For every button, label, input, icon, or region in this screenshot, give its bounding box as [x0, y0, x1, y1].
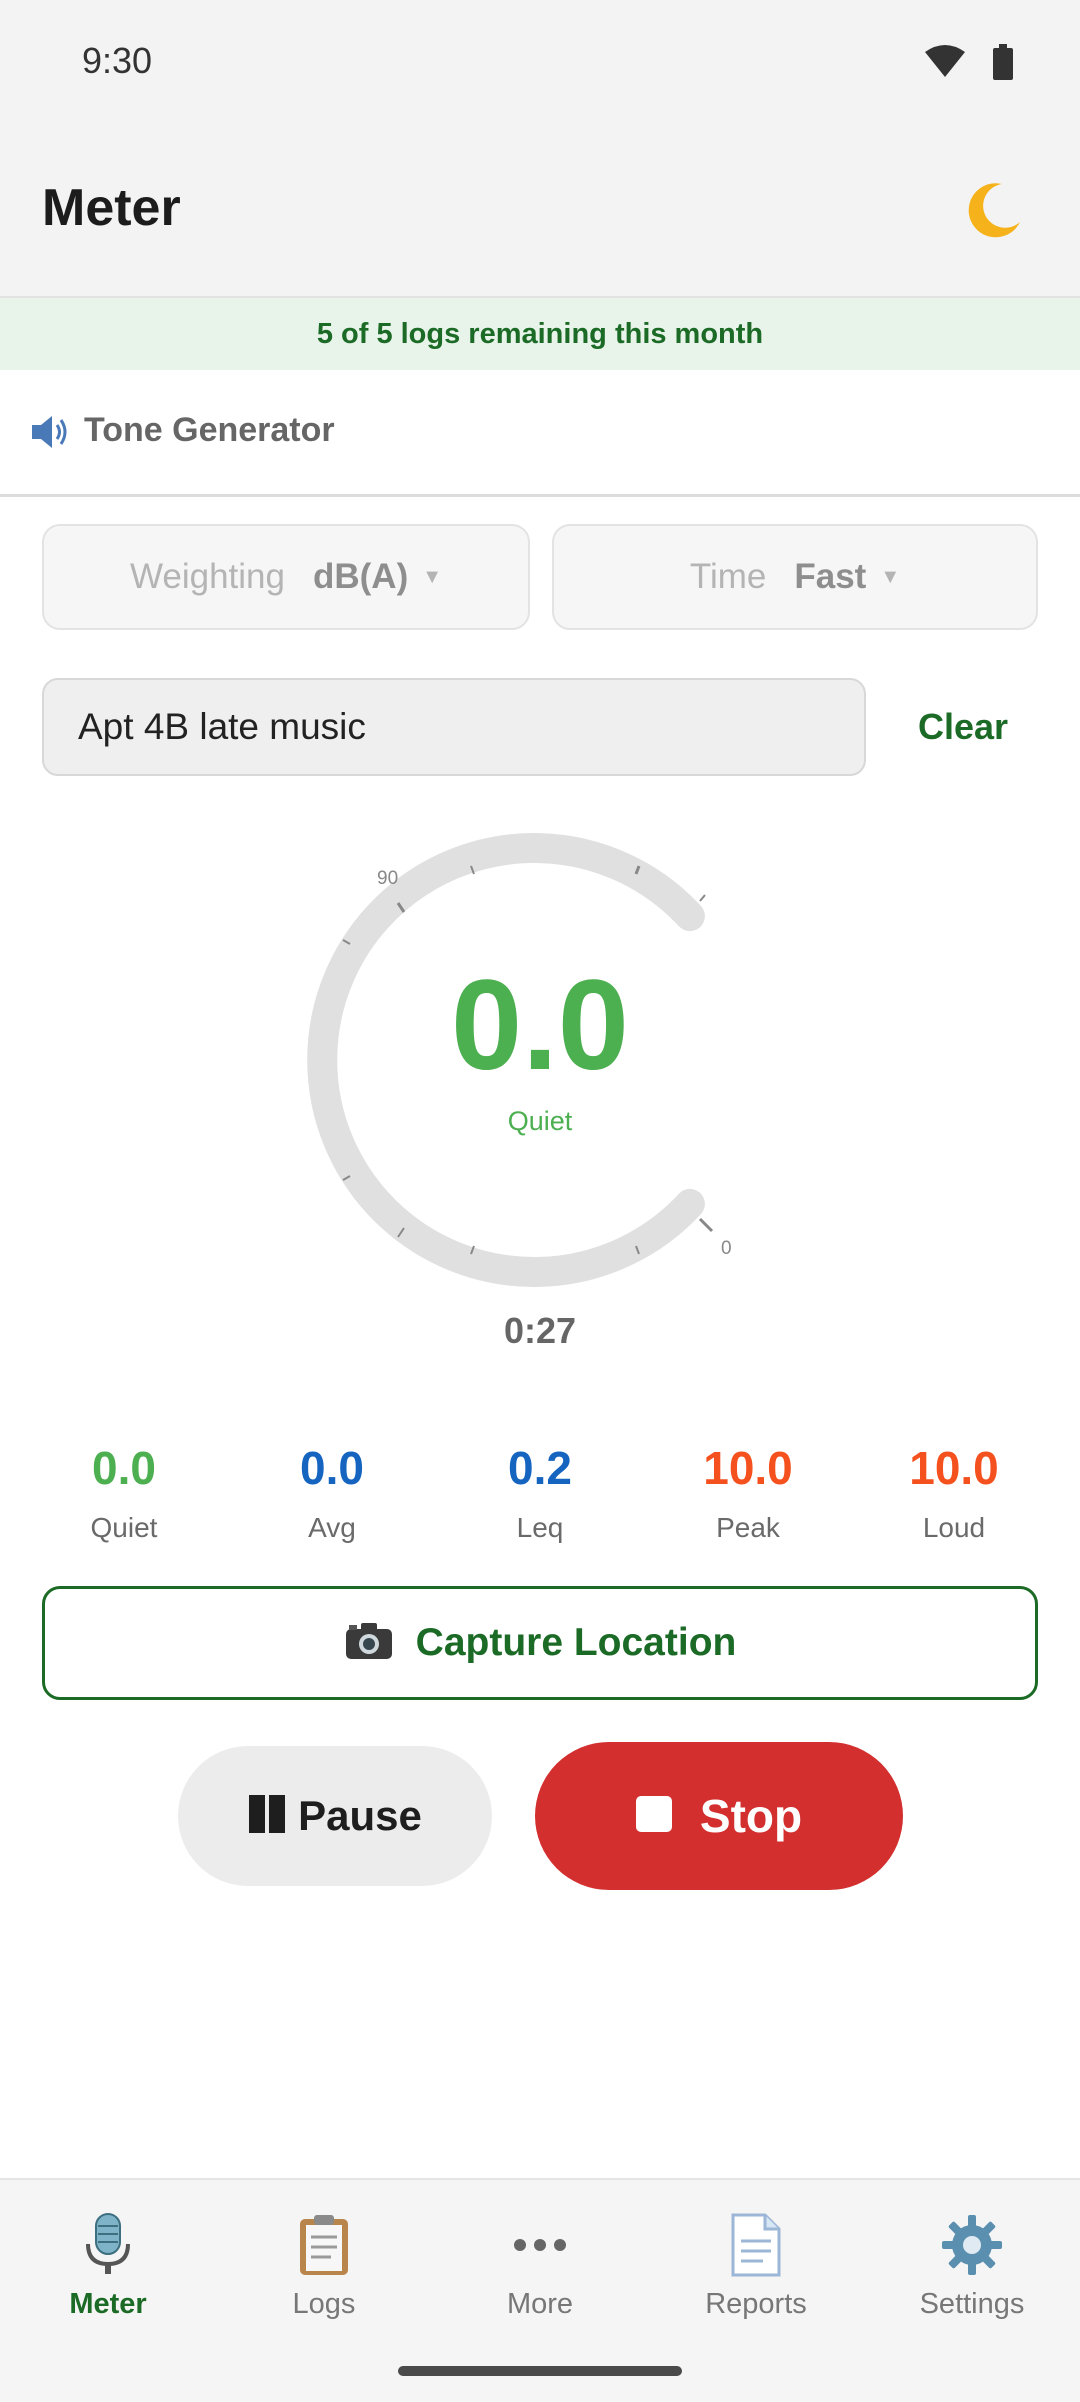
- nav-label: Logs: [292, 2288, 356, 2320]
- time-weighting-select[interactable]: Time Fast ▼: [552, 524, 1038, 630]
- status-time: 9:30: [82, 40, 153, 81]
- weighting-value: dB(A): [312, 557, 409, 596]
- stat-label: Leq: [516, 1512, 564, 1543]
- app-bar: Meter: [0, 126, 1080, 298]
- moon-icon: [968, 183, 1020, 238]
- nav-item-settings[interactable]: Settings: [864, 2210, 1080, 2330]
- stat-value: 0.2: [508, 1442, 572, 1494]
- wifi-icon: [924, 44, 966, 83]
- page-title: Meter: [42, 179, 181, 237]
- stat-peak: 10.0 Peak: [648, 1438, 848, 1544]
- battery-icon: [992, 44, 1014, 85]
- stat-value: 0.0: [300, 1442, 364, 1494]
- elapsed-time: 0:27: [503, 1310, 577, 1351]
- home-indicator[interactable]: [398, 2366, 682, 2376]
- speaker-icon: [30, 412, 74, 457]
- camera-icon: [344, 1621, 394, 1666]
- logs-remaining-banner: 5 of 5 logs remaining this month: [0, 298, 1080, 370]
- current-reading: 0.0: [451, 954, 629, 1097]
- weighting-select[interactable]: Weighting dB(A) ▼: [42, 524, 530, 630]
- stat-label: Loud: [922, 1512, 986, 1543]
- stat-leq: 0.2 Leq: [440, 1438, 640, 1544]
- time-weighting-value: Fast: [794, 557, 867, 596]
- dark-mode-toggle[interactable]: [962, 178, 1026, 251]
- nav-item-meter[interactable]: Meter: [0, 2210, 216, 2330]
- stat-value: 0.0: [92, 1442, 156, 1494]
- gauge-max-label: 90: [377, 868, 398, 889]
- time-weighting-label: Time: [689, 557, 767, 596]
- pause-label: Pause: [298, 1792, 422, 1839]
- stat-label: Avg: [308, 1512, 356, 1543]
- nav-label: Meter: [69, 2288, 147, 2320]
- stop-button[interactable]: Stop: [535, 1742, 903, 1890]
- chevron-down-icon: ▼: [880, 565, 901, 588]
- nav-label: Reports: [705, 2288, 807, 2320]
- stat-avg: 0.0 Avg: [232, 1438, 432, 1544]
- stop-label: Stop: [699, 1790, 803, 1842]
- weighting-label: Weighting: [129, 557, 285, 596]
- document-icon: [648, 2210, 864, 2280]
- clear-button[interactable]: Clear: [880, 678, 1046, 776]
- more-icon: [432, 2210, 648, 2280]
- capture-location-label: Capture Location: [415, 1621, 737, 1664]
- nav-item-more[interactable]: More: [432, 2210, 648, 2330]
- stat-value: 10.0: [703, 1442, 793, 1494]
- nav-item-logs[interactable]: Logs: [216, 2210, 432, 2330]
- nav-item-reports[interactable]: Reports: [648, 2210, 864, 2330]
- stat-quiet: 0.0 Quiet: [24, 1438, 224, 1544]
- stat-label: Quiet: [90, 1512, 158, 1543]
- microphone-icon: [0, 2210, 216, 2280]
- stat-loud: 10.0 Loud: [854, 1438, 1054, 1544]
- chevron-down-icon: ▼: [422, 565, 443, 588]
- stat-value: 10.0: [909, 1442, 999, 1494]
- tone-generator-label: Tone Generator: [84, 411, 335, 449]
- nav-label: Settings: [919, 2288, 1025, 2320]
- nav-label: More: [506, 2288, 574, 2320]
- stat-label: Peak: [716, 1512, 780, 1543]
- gear-icon: [864, 2210, 1080, 2280]
- tone-generator-row[interactable]: Tone Generator: [0, 372, 1080, 497]
- status-bar: 9:30: [0, 0, 1080, 126]
- reading-status: Quiet: [507, 1106, 573, 1136]
- pause-icon: [248, 1794, 286, 1839]
- stop-icon: [635, 1795, 672, 1837]
- note-input[interactable]: Apt 4B late music: [42, 678, 866, 776]
- clipboard-icon: [216, 2210, 432, 2280]
- pause-button[interactable]: Pause: [178, 1746, 492, 1886]
- gauge-min-label: 0: [721, 1238, 732, 1259]
- capture-location-button[interactable]: Capture Location: [42, 1586, 1038, 1700]
- stats-row: 0.0 Quiet 0.0 Avg 0.2 Leq 10.0 Peak 10.0…: [0, 1438, 1080, 1558]
